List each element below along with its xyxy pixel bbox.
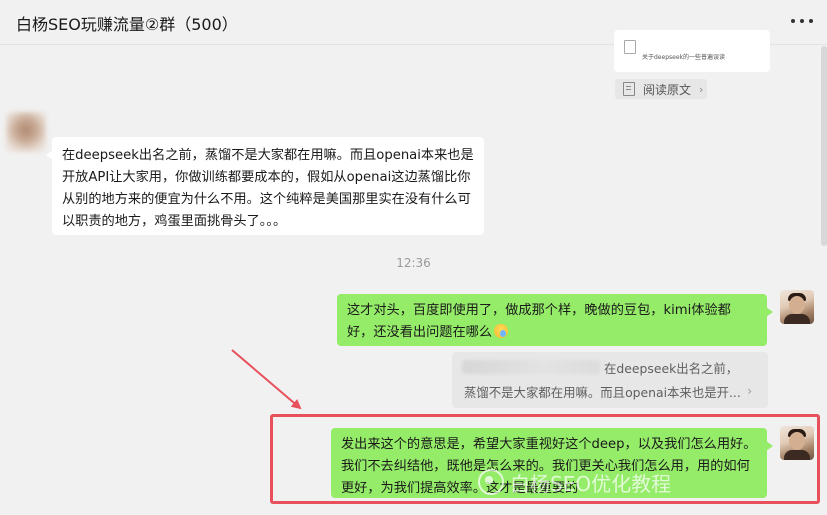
sweat-smile-emoji-icon	[494, 324, 509, 338]
link-thumb-icon	[624, 40, 636, 54]
message-bubble-outgoing[interactable]: 这才对头，百度即使用了，做成那个样，晚做的豆包，kimi体验都好，还没看出问题在…	[337, 294, 773, 346]
chat-title: 白杨SEO玩赚流量②群（500）	[16, 15, 238, 34]
watermark-text: 白杨SEO优化教程	[510, 471, 672, 496]
scrollbar[interactable]	[821, 46, 827, 246]
message-text: 在deepseek出名之前，蒸馏不是大家都在用嘛。而且openai本来也是开放A…	[62, 148, 474, 229]
avatar[interactable]	[6, 112, 46, 152]
chevron-right-icon: ›	[747, 384, 752, 398]
chevron-right-icon: ›	[699, 82, 704, 96]
quote-line-1: 在deepseek出名之前，	[604, 361, 739, 376]
quoted-sender-name	[462, 360, 600, 374]
more-dots-icon[interactable]	[791, 10, 813, 32]
read-original-label: 阅读原文	[643, 82, 692, 97]
document-icon	[623, 82, 635, 96]
quote-line-2: 蒸馏不是大家都在用嘛。而且openai本来也是开...	[464, 385, 741, 400]
message-bubble-incoming[interactable]: 在deepseek出名之前，蒸馏不是大家都在用嘛。而且openai本来也是开放A…	[46, 137, 484, 235]
message-timestamp: 12:36	[396, 256, 431, 270]
avatar[interactable]	[780, 290, 814, 324]
message-text: 这才对头，百度即使用了，做成那个样，晚做的豆包，kimi体验都好，还没看出问题在…	[347, 303, 731, 340]
read-original-button[interactable]: 阅读原文 ›	[615, 79, 707, 99]
shared-link-card[interactable]: 关于deepseek的一些普遍误读	[614, 30, 770, 72]
watermark: 白杨SEO优化教程	[478, 468, 671, 496]
quoted-message[interactable]: 在deepseek出名之前， 蒸馏不是大家都在用嘛。而且openai本来也是开.…	[452, 352, 768, 408]
watermark-logo-icon	[478, 469, 504, 495]
link-card-description: 关于deepseek的一些普遍误读	[642, 54, 725, 61]
